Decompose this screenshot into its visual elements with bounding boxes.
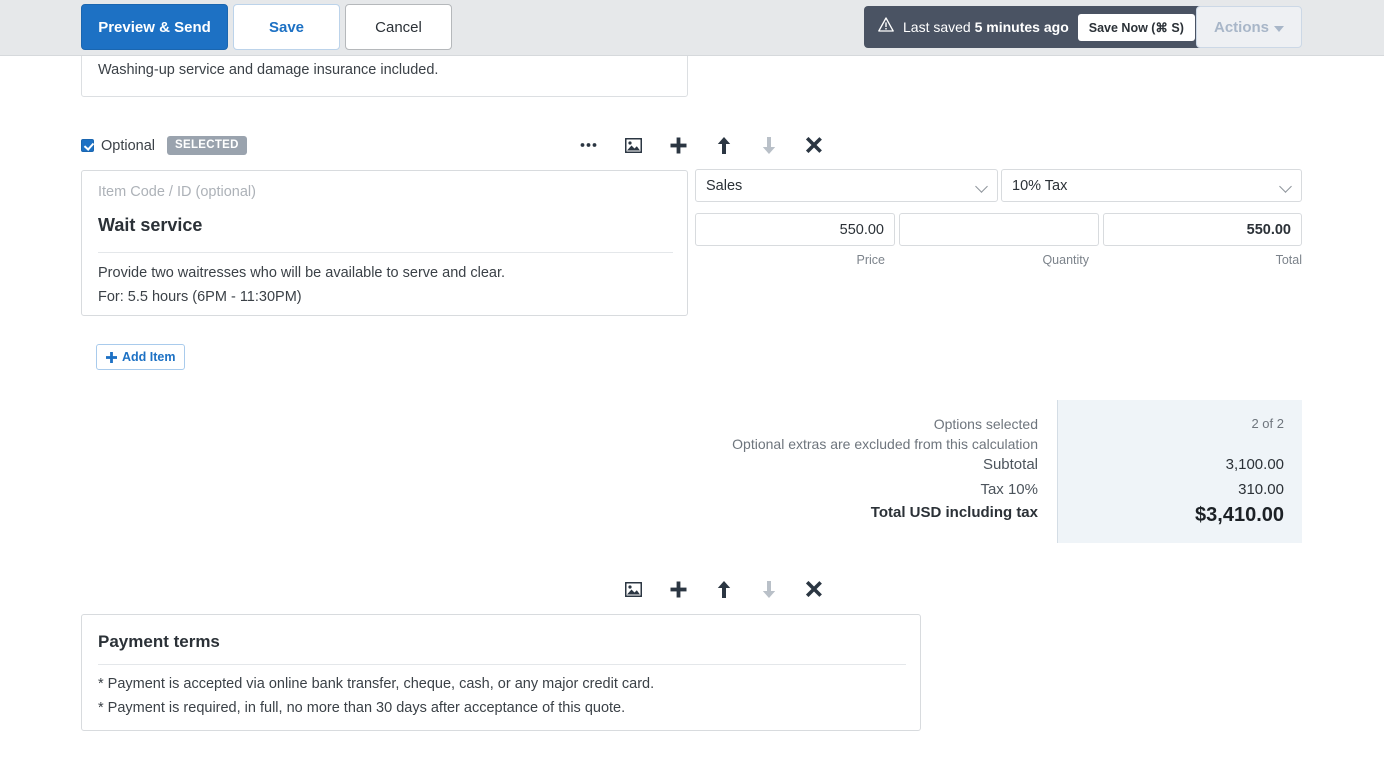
- tax-label: Tax 10%: [980, 481, 1038, 498]
- arrow-down-icon: [746, 576, 791, 602]
- warning-triangle-icon: [878, 17, 894, 37]
- close-icon[interactable]: [791, 576, 836, 602]
- optional-checkbox[interactable]: [81, 139, 94, 152]
- tax-select[interactable]: 10% Tax: [1001, 169, 1302, 202]
- account-select[interactable]: Sales: [695, 169, 998, 202]
- cancel-button[interactable]: Cancel: [345, 4, 452, 50]
- ellipsis-icon[interactable]: [566, 132, 611, 158]
- options-selected-label: Options selected: [933, 416, 1038, 432]
- subtotal-value: 3,100.00: [1225, 456, 1284, 473]
- save-now-button[interactable]: Save Now (⌘ S): [1077, 13, 1195, 41]
- item-code-input[interactable]: Item Code / ID (optional): [98, 184, 256, 200]
- account-select-value: Sales: [706, 177, 743, 194]
- price-field-label: Price: [856, 253, 885, 267]
- arrow-up-icon[interactable]: [701, 576, 746, 602]
- quote-editor-page: Washing-up service and damage insurance …: [0, 0, 1384, 777]
- arrow-down-icon: [746, 132, 791, 158]
- divider: [98, 252, 673, 253]
- status-badge: SELECTED: [167, 136, 247, 155]
- optional-extras-note: Optional extras are excluded from this c…: [732, 436, 1038, 452]
- last-saved-time: 5 minutes ago: [974, 19, 1069, 35]
- divider: [98, 664, 906, 665]
- item-title-input[interactable]: Wait service: [98, 215, 202, 236]
- item-description-input[interactable]: Provide two waitresses who will be avail…: [98, 261, 505, 309]
- preview-and-send-button[interactable]: Preview & Send: [81, 4, 228, 50]
- payment-terms-line-1: * Payment is accepted via online bank tr…: [98, 676, 655, 692]
- last-saved-text: Last saved 5 minutes ago: [903, 19, 1069, 35]
- actions-label: Actions: [1213, 18, 1269, 36]
- last-saved-prefix: Last saved: [903, 19, 975, 35]
- save-button[interactable]: Save: [233, 4, 340, 50]
- payment-terms-body[interactable]: * Payment is accepted via online bank tr…: [98, 672, 654, 720]
- payment-terms-action-toolbar: [611, 576, 836, 602]
- chevron-down-icon: [1274, 25, 1284, 32]
- price-input[interactable]: 550.00: [695, 213, 895, 246]
- item-description-card: Item Code / ID (optional) Wait service P…: [81, 170, 688, 316]
- add-item-label: Add Item: [122, 350, 176, 364]
- plus-icon: [106, 351, 117, 363]
- chevron-down-icon: [1279, 180, 1292, 193]
- quantity-field-label: Quantity: [1042, 253, 1089, 267]
- item-action-toolbar: [566, 132, 836, 158]
- close-icon[interactable]: [791, 132, 836, 158]
- totals-summary: Options selected 2 of 2 Optional extras …: [700, 400, 1302, 543]
- options-selected-value: 2 of 2: [1251, 416, 1284, 431]
- grand-total-label: Total USD including tax: [870, 504, 1038, 521]
- last-saved-status: Last saved 5 minutes ago Save Now (⌘ S): [864, 6, 1206, 48]
- item-optional-row: Optional SELECTED: [81, 136, 247, 155]
- previous-item-description-box[interactable]: Washing-up service and damage insurance …: [81, 49, 688, 97]
- payment-terms-title[interactable]: Payment terms: [98, 632, 220, 652]
- subtotal-label: Subtotal: [982, 456, 1038, 473]
- previous-item-description-text: Washing-up service and damage insurance …: [98, 62, 439, 78]
- item-description-line-2: For: 5.5 hours (6PM - 11:30PM): [98, 289, 302, 305]
- grand-total-value: $3,410.00: [1195, 504, 1284, 526]
- image-icon[interactable]: [611, 576, 656, 602]
- payment-terms-card: Payment terms * Payment is accepted via …: [81, 614, 921, 731]
- top-toolbar: Preview & Send Save Cancel Last saved 5 …: [0, 0, 1384, 56]
- tax-value: 310.00: [1238, 481, 1284, 498]
- plus-icon[interactable]: [656, 132, 701, 158]
- total-field-label: Total: [1275, 253, 1302, 267]
- total-input[interactable]: 550.00: [1103, 213, 1302, 246]
- tax-select-value: 10% Tax: [1012, 177, 1068, 194]
- item-description-line-1: Provide two waitresses who will be avail…: [98, 265, 506, 281]
- add-item-button[interactable]: Add Item: [96, 344, 186, 370]
- chevron-down-icon: [975, 180, 988, 193]
- payment-terms-line-2: * Payment is required, in full, no more …: [98, 700, 626, 716]
- arrow-up-icon[interactable]: [701, 132, 746, 158]
- image-icon[interactable]: [611, 132, 656, 158]
- plus-icon[interactable]: [656, 576, 701, 602]
- optional-label: Optional: [101, 137, 156, 154]
- quantity-input[interactable]: [899, 213, 1099, 246]
- actions-dropdown-button[interactable]: Actions: [1196, 6, 1302, 48]
